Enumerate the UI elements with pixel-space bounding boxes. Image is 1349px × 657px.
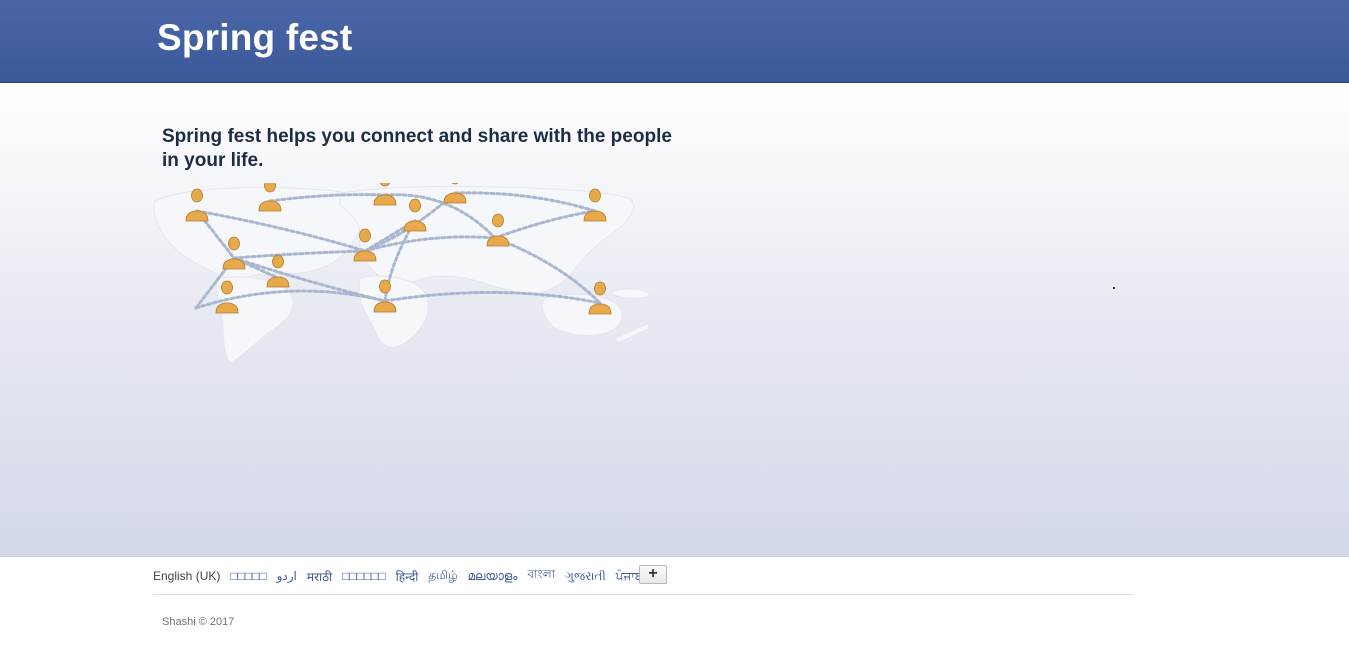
- copyright: Shashi © 2017: [162, 616, 234, 628]
- language-link[interactable]: മലയാളം: [468, 569, 518, 584]
- language-link[interactable]: □□□□□□: [342, 569, 386, 583]
- copyright-text: © 2017: [198, 616, 235, 628]
- language-link[interactable]: ગુજરાતી: [565, 569, 606, 584]
- language-link[interactable]: தமிழ்: [428, 568, 457, 584]
- more-languages-button[interactable]: +: [639, 565, 667, 584]
- language-list: English (UK) □□□□□ اردو मराठी □□□□□□ हिन…: [153, 566, 656, 586]
- connections-map-illustration: [150, 170, 695, 373]
- language-link[interactable]: हिन्दी: [396, 568, 419, 585]
- current-language: English (UK): [153, 569, 221, 583]
- language-link[interactable]: □□□□□: [230, 569, 266, 583]
- language-link[interactable]: বাংলা: [527, 566, 555, 586]
- footer-divider: [153, 594, 1133, 595]
- owner-name: Shashi: [162, 616, 196, 628]
- world-map: [153, 185, 651, 364]
- top-bar: Spring fest: [0, 0, 1349, 83]
- tagline: Spring fest helps you connect and share …: [162, 126, 672, 171]
- world-map-svg: [153, 170, 651, 364]
- stray-dot: [1113, 287, 1115, 289]
- language-link[interactable]: मराठी: [307, 568, 332, 585]
- main-content: Spring fest helps you connect and share …: [0, 83, 1349, 557]
- footer: English (UK) □□□□□ اردو मराठी □□□□□□ हिन…: [0, 557, 1349, 657]
- brand-logo-link[interactable]: Spring fest: [157, 17, 352, 59]
- language-link[interactable]: اردو: [277, 569, 297, 583]
